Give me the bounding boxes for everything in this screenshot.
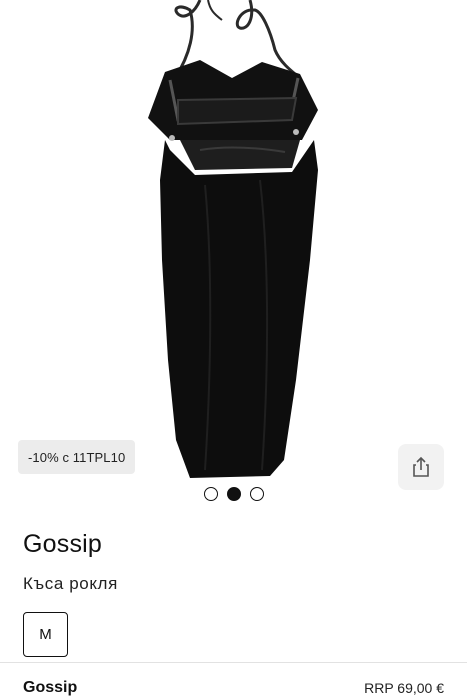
carousel-dot-3[interactable]	[249, 487, 264, 501]
product-type: Къса рокля	[23, 574, 118, 593]
size-option-m[interactable]: M	[23, 612, 68, 657]
promo-badge: -10% с 11TPL10	[18, 440, 136, 474]
carousel-dots	[0, 487, 467, 501]
carousel-dot-2[interactable]	[226, 487, 241, 501]
brand-name[interactable]: Gossip	[23, 530, 102, 559]
share-button[interactable]	[398, 444, 444, 490]
product-image[interactable]	[0, 0, 467, 480]
dress-image	[148, 0, 318, 478]
sticky-price: RRP 69,00 €	[364, 680, 444, 696]
sticky-brand: Gossip	[23, 679, 78, 696]
sticky-product-bar: Gossip RRP 69,00 €	[0, 662, 467, 699]
product-page: -10% с 11TPL10 Gossip Къса рокля M Gossi…	[0, 0, 467, 699]
share-icon	[413, 456, 429, 477]
carousel-dot-1[interactable]	[203, 487, 218, 501]
